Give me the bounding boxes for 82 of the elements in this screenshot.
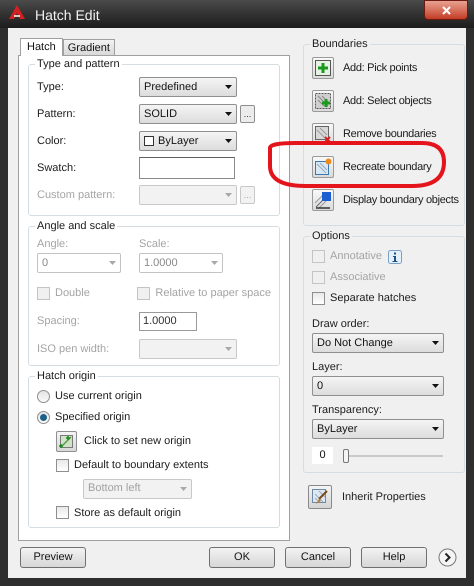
color-swatch [144, 136, 154, 146]
dialog-button[interactable]: OK [209, 547, 275, 568]
slider[interactable] [343, 448, 443, 462]
dialog-button[interactable]: Cancel [285, 547, 351, 568]
dropdown[interactable]: ByLayer [139, 131, 237, 151]
tool-button[interactable] [312, 57, 334, 79]
action-label[interactable]: Add: Pick points [343, 60, 418, 76]
inherit-properties-button[interactable] [308, 485, 332, 509]
button-label: Inherit Properties [342, 490, 426, 505]
dropdown-arrow-icon [225, 85, 232, 89]
field-label: Specified origin [55, 410, 130, 425]
dropdown-arrow-icon [432, 341, 439, 345]
dropdown-arrow-icon [225, 139, 232, 143]
remove-boundaries-icon [314, 125, 332, 143]
dropdown[interactable]: 0 [312, 376, 444, 396]
action-label[interactable]: Add: Select objects [343, 92, 432, 110]
field-label: Color: [37, 134, 68, 149]
dropdown[interactable]: Predefined [139, 77, 237, 97]
checkbox[interactable] [312, 292, 325, 305]
set-origin-button[interactable] [56, 431, 77, 452]
dropdown-arrow-icon [432, 384, 439, 388]
dialog-button[interactable]: Help [361, 547, 427, 568]
dialog-button[interactable]: Preview [20, 547, 86, 568]
field-label: Type: [37, 80, 65, 95]
field-label: Spacing: [37, 314, 81, 330]
field-label: Double [55, 286, 90, 301]
group-title: Options [311, 229, 351, 243]
action-label[interactable]: Remove boundaries [343, 126, 436, 142]
tab[interactable]: Gradient [62, 39, 115, 55]
field-label: Default to boundary extents [74, 458, 209, 473]
field-label: Use current origin [55, 388, 142, 404]
field-label: Layer: [312, 360, 344, 374]
field-label: ISO pen width: [37, 342, 110, 357]
dropdown[interactable]: Do Not Change [312, 333, 444, 353]
browse-button[interactable]: ... [240, 105, 255, 123]
dropdown[interactable]: SOLID [139, 104, 237, 124]
pick-points-icon [314, 59, 332, 77]
close-button[interactable] [424, 0, 468, 20]
checkbox[interactable] [56, 458, 69, 472]
field-label: Relative to paper space [155, 286, 271, 301]
dropdown-arrow-icon [211, 261, 218, 265]
field-label: Separate hatches [330, 291, 416, 306]
input-field[interactable]: 0 [312, 447, 333, 464]
close-icon [442, 6, 450, 14]
radio-button[interactable] [37, 390, 50, 402]
tool-button[interactable] [312, 189, 334, 211]
field-label: Transparency: [312, 403, 383, 417]
origin-icon [59, 434, 74, 449]
recreate-boundary-icon [314, 158, 332, 176]
dropdown-arrow-icon [180, 486, 187, 490]
field-label: Annotative [330, 249, 382, 264]
field-label: Swatch: [37, 160, 78, 176]
tab[interactable]: Hatch [20, 38, 63, 56]
checkbox[interactable] [56, 506, 69, 520]
app-logo-icon [9, 5, 25, 19]
dropdown-arrow-icon [225, 193, 232, 197]
field-label: Store as default origin [74, 506, 182, 520]
field-label: Angle: [37, 237, 70, 250]
group-title: Angle and scale [36, 219, 116, 233]
group-title: Hatch origin [36, 369, 97, 383]
tool-button[interactable] [312, 90, 334, 112]
group-title: Boundaries [311, 37, 369, 51]
slider-thumb[interactable] [343, 448, 349, 462]
field-label: Pattern: [37, 106, 77, 122]
boundary-objects-icon [314, 191, 332, 209]
field-label: Scale: [139, 237, 170, 250]
action-label[interactable]: Display boundary objects [343, 192, 459, 208]
dropdown-arrow-icon [432, 427, 439, 431]
field-label: Custom pattern: [37, 188, 116, 203]
brush-icon [311, 488, 329, 506]
dropdown[interactable]: ByLayer [312, 419, 444, 439]
button-label: Click to set new origin [84, 434, 191, 450]
dropdown-arrow-icon [109, 261, 116, 265]
field-label: Associative [330, 270, 386, 286]
action-label[interactable]: Recreate boundary [343, 158, 432, 176]
dropdown-arrow-icon [225, 347, 232, 351]
select-objects-icon [314, 92, 332, 110]
field-label: Draw order: [312, 317, 370, 331]
dropdown-arrow-icon [225, 112, 232, 116]
radio-button[interactable] [37, 410, 50, 424]
group-title: Type and pattern [36, 57, 121, 71]
window-title: Hatch Edit [35, 6, 100, 25]
